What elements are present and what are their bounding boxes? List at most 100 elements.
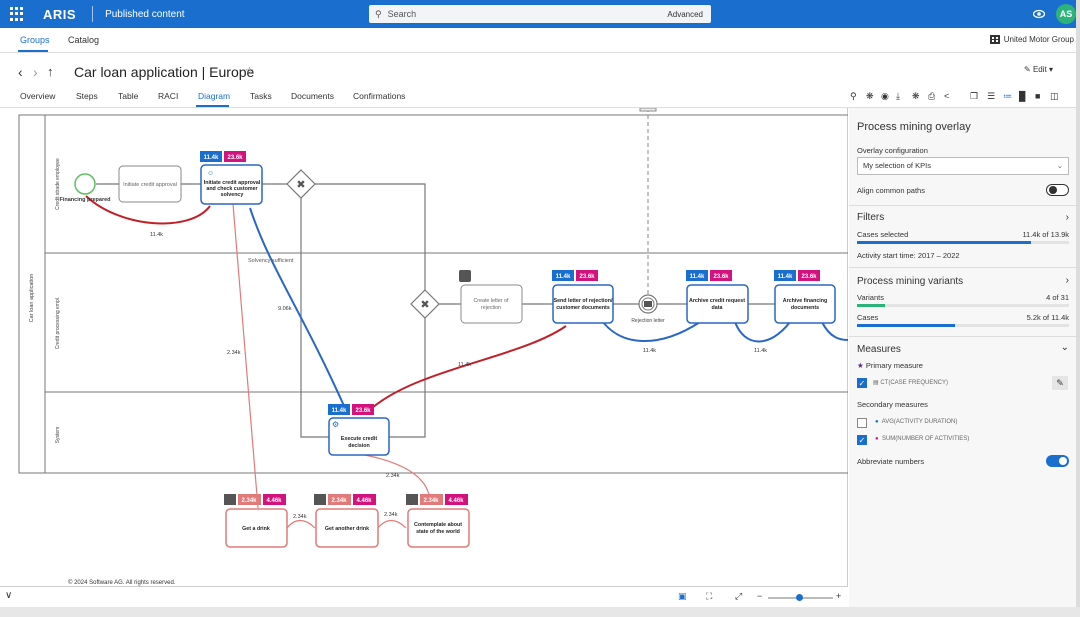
chevron-down-icon[interactable]: ∨: [5, 590, 12, 601]
zoom-search-icon[interactable]: ⚲: [850, 91, 857, 102]
fullscreen-icon[interactable]: ⤢: [735, 591, 742, 602]
bar-fill: [857, 241, 1031, 244]
chevron-down-icon[interactable]: ⌄: [1061, 342, 1069, 353]
primary-measure-label: ★ Primary measure: [857, 361, 923, 370]
tab-overview[interactable]: Overview: [20, 91, 55, 101]
bar-fill: [857, 304, 885, 307]
tab-documents[interactable]: Documents: [291, 91, 334, 101]
zoom-in-icon[interactable]: +: [836, 591, 841, 601]
edge-label: 11.4k: [754, 348, 767, 354]
favorite-star-icon[interactable]: ☆: [245, 66, 254, 77]
secondary-measure-item: ● SUM(NUMBER OF ACTIVITIES): [875, 436, 969, 442]
search-input[interactable]: ⚲ Search Advanced: [369, 5, 711, 23]
tab-diagram[interactable]: Diagram: [198, 91, 230, 101]
properties-icon[interactable]: ◫: [1050, 91, 1059, 102]
diagram-canvas[interactable]: Car loan application Credit strade emplo…: [0, 108, 848, 586]
start-event[interactable]: [74, 173, 96, 195]
secondary-measure-checkbox[interactable]: [857, 418, 867, 428]
tab-raci[interactable]: RACI: [158, 91, 178, 101]
divider: [849, 336, 1080, 337]
abbreviate-label: Abbreviate numbers: [857, 457, 925, 466]
edit-button[interactable]: ✎ Edit ▾: [1024, 65, 1053, 74]
zoom-out-icon[interactable]: −: [757, 591, 762, 601]
brand-logo[interactable]: ARIS: [43, 7, 76, 22]
task-node[interactable]: [407, 508, 470, 548]
primary-measure-text: Primary measure: [865, 361, 923, 370]
overlay-select-value: My selection of KPIs: [863, 161, 931, 170]
cases-bar: [857, 324, 1069, 327]
divider: [849, 267, 1080, 268]
chevron-down-icon: ⌄: [1056, 161, 1063, 170]
kpi-value: 11.4k: [332, 408, 347, 414]
kpi-badge: 2.34k 4.46k: [224, 494, 286, 505]
canvas-bottom-bar: ∨ ▣ ⛶ ⤢ − +: [0, 586, 848, 607]
variants-heading[interactable]: Process mining variants: [857, 276, 963, 287]
task-node[interactable]: [460, 284, 523, 324]
process-mining-icon[interactable]: ≔: [1003, 91, 1012, 102]
forward-icon[interactable]: ›: [33, 64, 38, 80]
divider: [849, 205, 1080, 206]
title-row: ‹ › ↑ Car loan application | Europe ☆ ✎ …: [0, 60, 1080, 84]
kpi-value: 11.4k: [778, 274, 793, 280]
edit-label: Edit: [1032, 65, 1047, 74]
chevron-right-icon[interactable]: ›: [1066, 275, 1069, 286]
list-icon[interactable]: ☰: [987, 91, 995, 102]
section-label[interactable]: Published content: [105, 9, 185, 20]
task-node[interactable]: [686, 284, 749, 324]
tab-steps[interactable]: Steps: [76, 91, 98, 101]
app-grid-icon[interactable]: [10, 7, 24, 21]
tab-groups[interactable]: Groups: [20, 35, 50, 45]
download-icon[interactable]: ⤓: [896, 91, 900, 102]
task-node[interactable]: [552, 284, 614, 324]
measures-heading[interactable]: Measures: [857, 344, 901, 355]
kpi-value: 23.6k: [801, 274, 817, 280]
copy-icon[interactable]: ❐: [970, 91, 978, 102]
primary-measure-name: CT(CASE FREQUENCY): [880, 380, 949, 386]
primary-measure-item: ▤ CT(CASE FREQUENCY): [873, 380, 949, 386]
back-icon[interactable]: ‹: [18, 64, 23, 80]
start-event-label: Financing prepared: [59, 197, 110, 203]
share-icon[interactable]: <: [944, 91, 949, 101]
edge-label: 11.4k: [643, 348, 656, 354]
edge-label: 11.4k: [458, 362, 471, 368]
minimap-icon[interactable]: ▣: [678, 591, 687, 602]
fit-screen-icon[interactable]: ⛶: [706, 591, 712, 602]
toggle-knob: [1059, 457, 1067, 465]
overlay-select[interactable]: My selection of KPIs ⌄: [857, 157, 1069, 175]
tag-icon: [314, 494, 326, 505]
blue-dot-icon: ●: [875, 419, 879, 425]
abbreviate-toggle[interactable]: [1046, 455, 1069, 467]
variants-bar: [857, 304, 1069, 307]
robot-icon[interactable]: ❋: [912, 91, 920, 102]
process-diagram[interactable]: Car loan application Credit strade emplo…: [0, 108, 848, 586]
chevron-right-icon[interactable]: ›: [1066, 212, 1069, 223]
kpi-badge: 2.34k 4.46k: [406, 494, 468, 505]
task-node[interactable]: [774, 284, 836, 324]
primary-measure-checkbox[interactable]: ✓: [857, 378, 867, 388]
secondary-measure-checkbox[interactable]: ✓: [857, 435, 867, 445]
bug-icon[interactable]: ❋: [866, 91, 874, 102]
pin-icon[interactable]: ◉: [881, 91, 889, 102]
align-toggle[interactable]: [1046, 184, 1069, 196]
align-label: Align common paths: [857, 186, 925, 195]
zoom-slider-handle[interactable]: [796, 594, 803, 601]
tab-tasks[interactable]: Tasks: [250, 91, 272, 101]
org-selector[interactable]: United Motor Group: [989, 35, 1074, 44]
avatar[interactable]: AS: [1056, 4, 1076, 24]
tag-icon: [224, 494, 236, 505]
print-icon[interactable]: ⎙: [928, 91, 935, 102]
tag-icon: [459, 270, 471, 282]
info-icon[interactable]: ■: [1035, 91, 1040, 101]
tab-confirmations[interactable]: Confirmations: [353, 91, 405, 101]
up-arrow-icon[interactable]: ↑: [47, 64, 54, 79]
eye-icon[interactable]: [1033, 8, 1045, 20]
gateway-x-icon: ✖: [420, 299, 429, 311]
filters-heading[interactable]: Filters: [857, 212, 884, 223]
cases-value: 5.2k of 11.4k: [1026, 313, 1069, 322]
bar-chart-icon[interactable]: █: [1019, 91, 1025, 101]
pencil-icon[interactable]: ✎: [1052, 376, 1068, 390]
lane-label: Credit processing empl.: [55, 297, 61, 350]
tab-table[interactable]: Table: [118, 91, 138, 101]
tab-catalog[interactable]: Catalog: [68, 35, 99, 45]
advanced-search-link[interactable]: Advanced: [667, 10, 703, 19]
